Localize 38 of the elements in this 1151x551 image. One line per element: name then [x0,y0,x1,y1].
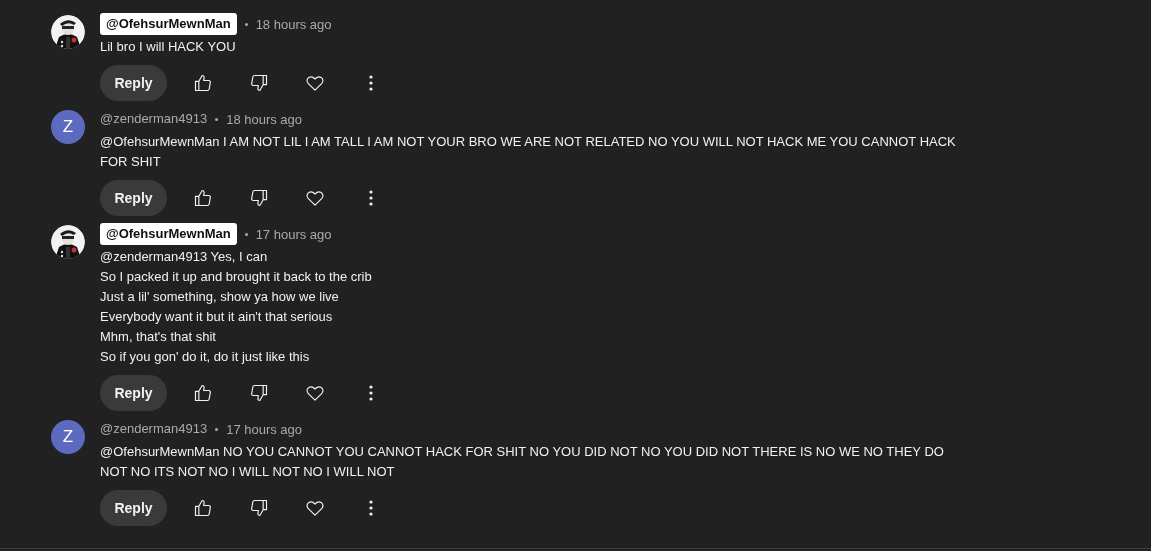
heart-icon [305,73,325,93]
more-icon [369,500,373,516]
avatar[interactable]: Z [51,110,85,144]
reply-button[interactable]: Reply [100,490,167,526]
more-icon [369,190,373,206]
more-icon [369,75,373,91]
heart-icon [305,188,325,208]
thumbs-down-icon [249,73,269,93]
more-icon [369,385,373,401]
separator-dot [244,232,248,236]
heart-icon [305,383,325,403]
thumbs-up-icon [193,498,213,518]
author-name[interactable]: @OfehsurMewnMan [100,223,237,245]
author-name[interactable]: @zenderman4913 [100,418,208,440]
thumbs-up-icon [193,188,213,208]
reply-button[interactable]: Reply [100,375,167,411]
timestamp[interactable]: 18 hours ago [226,111,303,127]
separator-dot [215,117,219,121]
reply-button[interactable]: Reply [100,180,167,216]
author-name[interactable]: @zenderman4913 [100,108,208,130]
comment-text: @OfehsurMewnMan NO YOU CANNOT YOU CANNOT HACK FOR SHIT NO YOU DID NOT NO YOU DID NOT THERE IS NO WE NO THEY DO NOT NO ITS NOT NO I WILL NOT NO I WILL NOT [100,443,945,481]
thumbs-down-icon [249,188,269,208]
heart-icon [305,498,325,518]
separator-dot [244,22,248,26]
timestamp[interactable]: 18 hours ago [255,16,332,32]
separator-dot [215,427,219,431]
author-name[interactable]: @OfehsurMewnMan [100,13,237,35]
timestamp[interactable]: 17 hours ago [255,226,332,242]
comment-text: @OfehsurMewnMan I AM NOT LIL I AM TALL I AM NOT YOUR BRO WE ARE NOT RELATED NO YOU WILL NOT HACK ME YOU CANNOT HACK FOR SHIT [100,133,957,171]
comment-text: Lil bro I will HACK YOU [100,38,237,56]
thumbs-down-icon [249,383,269,403]
comment-text: @zenderman4913 Yes, I can So I packed it up and brought it back to the crib Just a lil' something, show ya how we live Everybody want it but it ain't that serious Mhm, that's that shit So if you gon' do it, do it just like this [100,248,373,366]
timestamp[interactable]: 17 hours ago [226,421,303,437]
avatar[interactable]: Z [51,420,85,454]
thumbs-up-icon [193,73,213,93]
reply-button[interactable]: Reply [100,65,167,101]
thumbs-up-icon [193,383,213,403]
thumbs-down-icon [249,498,269,518]
